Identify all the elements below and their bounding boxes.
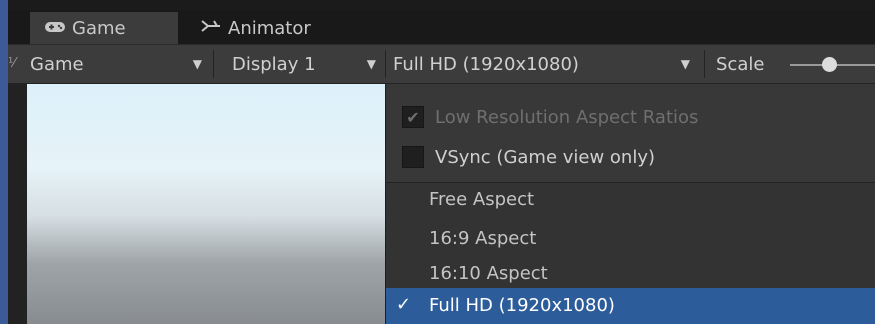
- low-res-label: Low Resolution Aspect Ratios: [435, 106, 699, 128]
- menu-item-16-9-aspect[interactable]: 16:9 Aspect: [429, 228, 536, 249]
- tab-animator[interactable]: Animator: [198, 12, 348, 44]
- menu-item-16-10-aspect[interactable]: 16:10 Aspect: [429, 263, 548, 284]
- low-res-checkbox[interactable]: ✔: [402, 106, 424, 128]
- tab-game[interactable]: Game: [30, 12, 178, 44]
- resolution-dropdown[interactable]: Full HD (1920x1080) ▼: [393, 44, 696, 84]
- viewport-border: [8, 84, 27, 324]
- pin-icon[interactable]: ⅟: [8, 56, 15, 71]
- low-res-aspect-toggle[interactable]: ✔ Low Resolution Aspect Ratios: [402, 102, 698, 132]
- chevron-down-icon: ▼: [192, 57, 202, 71]
- vsync-label: VSync (Game view only): [435, 146, 656, 168]
- checkmark-icon: ✓: [396, 294, 412, 315]
- vsync-toggle[interactable]: VSync (Game view only): [402, 142, 655, 172]
- toolbar-divider: [704, 50, 705, 78]
- vsync-checkbox[interactable]: [402, 146, 424, 168]
- tab-animator-label: Animator: [228, 17, 311, 39]
- display-dropdown[interactable]: Display 1 ▼: [232, 44, 382, 84]
- chevron-down-icon: ▼: [680, 57, 690, 71]
- gamepad-icon: [44, 18, 66, 39]
- window-top-strip: [0, 0, 875, 10]
- menu-item-full-hd-label: Full HD (1920x1080): [429, 295, 615, 316]
- chevron-down-icon: ▼: [366, 57, 376, 71]
- left-panel-edge: [0, 0, 8, 324]
- scale-slider-handle[interactable]: [822, 57, 837, 72]
- animator-icon: [200, 18, 222, 39]
- menu-item-free-aspect[interactable]: Free Aspect: [429, 189, 534, 210]
- display-label: Display 1: [232, 53, 316, 75]
- view-mode-label: Game: [30, 53, 84, 75]
- view-mode-dropdown[interactable]: Game ▼: [30, 44, 208, 84]
- game-viewport[interactable]: [27, 84, 385, 324]
- tab-game-label: Game: [72, 17, 126, 39]
- toolbar-divider: [213, 50, 214, 78]
- scale-label: Scale: [716, 53, 765, 75]
- resolution-label: Full HD (1920x1080): [393, 53, 579, 75]
- toolbar-divider: [385, 50, 386, 78]
